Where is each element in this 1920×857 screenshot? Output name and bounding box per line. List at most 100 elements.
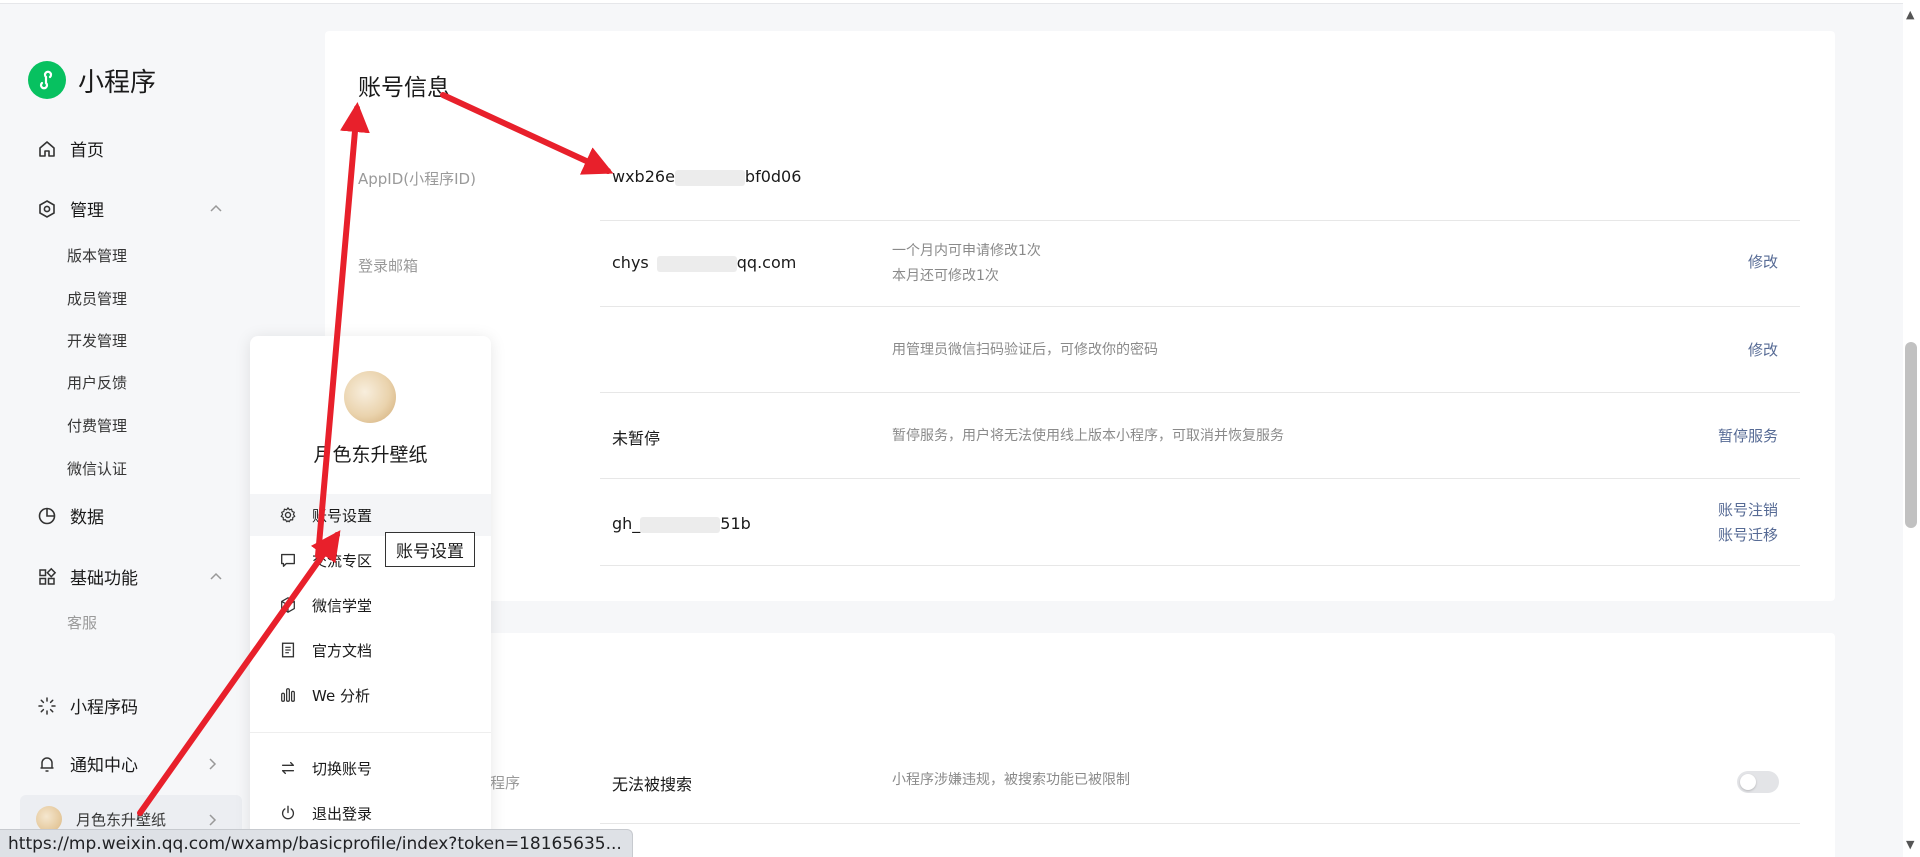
home-icon <box>36 138 58 160</box>
menu-item-label: 切换账号 <box>312 759 373 778</box>
email-label: 登录邮箱 <box>358 257 419 275</box>
appid-value: wxb26e bf0d06 <box>612 167 801 186</box>
appid-end: bf0d06 <box>744 167 802 186</box>
sidebar-item-manage[interactable]: 管理 <box>36 196 104 221</box>
sidebar-item-label: 管理 <box>70 201 104 221</box>
menu-divider <box>250 732 491 733</box>
switch-arrows-icon <box>278 758 298 778</box>
orig-id-start: gh_ <box>612 514 641 533</box>
search-label-tail: 程序 <box>490 774 521 792</box>
row-divider <box>600 565 1800 566</box>
document-icon <box>278 640 298 660</box>
sidebar-item-dev[interactable]: 开发管理 <box>67 330 127 351</box>
service-status-value: 未暂停 <box>612 429 661 448</box>
row-divider <box>600 220 1800 221</box>
menu-item-label: 账号设置 <box>312 506 373 525</box>
scroll-up-arrow-icon[interactable]: ▲ <box>1906 8 1914 21</box>
avatar <box>344 371 396 423</box>
sidebar-item-basic[interactable]: 基础功能 <box>36 564 138 589</box>
menu-item-academy[interactable]: 微信学堂 <box>250 584 491 626</box>
chat-bubble-icon <box>278 550 298 570</box>
row-divider <box>600 392 1800 393</box>
account-popup-menu: 月色东升壁纸 账号设置 交流专区 微信学堂 官方文档 We 分析 切换账号 退出… <box>250 336 491 857</box>
sidebar-item-label: 基础功能 <box>70 569 138 589</box>
row-divider <box>600 823 1800 824</box>
email-value: chys qq.com <box>612 253 796 272</box>
redaction-blur <box>656 255 737 272</box>
app-title: 小程序 <box>78 67 157 98</box>
toggle-knob <box>1740 774 1756 790</box>
cube-icon <box>278 595 298 615</box>
sidebar-item-feedback[interactable]: 用户反馈 <box>67 372 127 393</box>
bar-chart-icon <box>278 685 298 705</box>
orig-id-end: 51b <box>720 514 751 533</box>
sidebar-item-home[interactable]: 首页 <box>36 136 104 161</box>
gear-icon <box>278 505 298 525</box>
chevron-up-icon[interactable] <box>208 201 224 217</box>
account-actions: 账号注销 账号迁移 <box>1718 498 1778 548</box>
email-start: chys <box>612 253 649 272</box>
appid-label: AppID(小程序ID) <box>358 170 476 188</box>
menu-item-switch-account[interactable]: 切换账号 <box>250 747 491 789</box>
sidebar-item-members[interactable]: 成员管理 <box>67 288 127 309</box>
redaction-blur <box>674 169 745 186</box>
app-logo[interactable]: 小程序 <box>28 61 156 99</box>
pie-chart-icon <box>36 505 58 527</box>
chevron-up-icon[interactable] <box>208 569 224 585</box>
chevron-right-icon[interactable] <box>204 812 220 828</box>
email-desc-line: 一个月内可申请修改1次 <box>892 243 1041 259</box>
sidebar-item-verify[interactable]: 微信认证 <box>67 458 127 479</box>
bell-icon <box>36 753 58 775</box>
search-status-value: 无法被搜索 <box>612 775 693 794</box>
sidebar-item-label: 首页 <box>70 141 104 161</box>
hexagon-gear-icon <box>36 198 58 220</box>
sidebar-item-data[interactable]: 数据 <box>36 503 104 528</box>
search-toggle[interactable] <box>1737 771 1779 793</box>
account-info-card <box>325 31 1835 601</box>
email-desc-line: 本月还可修改1次 <box>892 268 999 284</box>
status-bar-url: https://mp.weixin.qq.com/wxamp/basicprof… <box>0 829 633 857</box>
account-migrate-link[interactable]: 账号迁移 <box>1718 523 1778 548</box>
email-desc: 一个月内可申请修改1次 本月还可修改1次 <box>892 239 1041 289</box>
sidebar-user-name: 月色东升壁纸 <box>76 810 167 829</box>
sidebar-item-qrcode[interactable]: 小程序码 <box>36 693 138 718</box>
scrollbar-thumb[interactable] <box>1905 342 1917 528</box>
service-desc: 暂停服务，用户将无法使用线上版本小程序，可取消并恢复服务 <box>892 428 1284 444</box>
email-end: qq.com <box>736 253 797 272</box>
scroll-down-arrow-icon[interactable]: ▼ <box>1906 838 1914 851</box>
redaction-blur <box>640 516 721 533</box>
sidebar-item-version[interactable]: 版本管理 <box>67 245 127 266</box>
menu-item-label: 退出登录 <box>312 804 373 823</box>
email-modify-link[interactable]: 修改 <box>1748 250 1778 275</box>
sidebar-item-payment[interactable]: 付费管理 <box>67 415 127 436</box>
pause-service-link[interactable]: 暂停服务 <box>1718 424 1778 449</box>
sidebar-item-label: 通知中心 <box>70 756 138 776</box>
row-divider <box>600 306 1800 307</box>
sun-icon <box>36 695 58 717</box>
password-modify-link[interactable]: 修改 <box>1748 338 1778 363</box>
menu-item-we-analysis[interactable]: We 分析 <box>250 674 491 716</box>
sidebar-item-label: 数据 <box>70 508 104 528</box>
menu-item-label: 交流专区 <box>312 551 373 570</box>
chevron-right-icon[interactable] <box>204 756 220 772</box>
miniprogram-logo-icon <box>28 61 66 99</box>
appid-start: wxb26e <box>612 167 675 186</box>
popup-user-name: 月色东升壁纸 <box>313 444 428 466</box>
sidebar-item-label: 小程序码 <box>70 698 138 718</box>
section-title: 账号信息 <box>358 75 450 101</box>
menu-item-label: 官方文档 <box>312 641 373 660</box>
password-desc: 用管理员微信扫码验证后，可修改你的密码 <box>892 342 1158 358</box>
row-divider <box>600 478 1800 479</box>
sidebar-item-service[interactable]: 客服 <box>67 612 97 633</box>
menu-item-docs[interactable]: 官方文档 <box>250 629 491 671</box>
account-cancel-link[interactable]: 账号注销 <box>1718 498 1778 523</box>
power-icon <box>278 803 298 823</box>
tooltip: 账号设置 <box>385 532 475 567</box>
menu-item-label: 微信学堂 <box>312 596 373 615</box>
menu-item-logout[interactable]: 退出登录 <box>250 792 491 834</box>
original-id-value: gh_ 51b <box>612 514 751 533</box>
sidebar-item-notify[interactable]: 通知中心 <box>36 751 138 776</box>
menu-item-account-settings[interactable]: 账号设置 <box>250 494 491 536</box>
grid-icon <box>36 566 58 588</box>
menu-item-label: We 分析 <box>312 686 370 705</box>
